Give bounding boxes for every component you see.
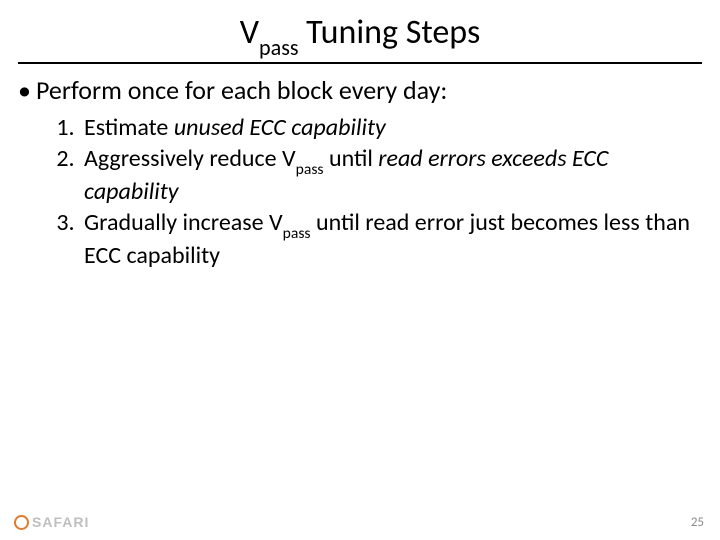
logo-text: SAFARI — [32, 514, 89, 530]
step-v: V — [282, 144, 296, 173]
step-v: V — [269, 208, 283, 237]
title-rest: Tuning Steps — [298, 12, 480, 53]
slide-title: Vpass Tuning Steps — [0, 0, 720, 56]
logo-ring-icon — [14, 515, 29, 530]
step-post: until — [324, 144, 379, 173]
page-number: 25 — [691, 515, 704, 530]
title-sub: pass — [259, 34, 298, 61]
step-vsub: pass — [283, 224, 311, 243]
bullet-icon: • — [18, 74, 36, 107]
footer-logo: SAFARI — [14, 514, 89, 530]
slide-body: •Perform once for each block every day: … — [0, 64, 720, 270]
step-em: unused ECC capability — [174, 113, 386, 142]
step-vsub: pass — [296, 160, 324, 179]
lead-line: •Perform once for each block every day: — [18, 74, 702, 107]
steps-list: Estimate unused ECC capability Aggressiv… — [18, 113, 702, 270]
step-pre: Estimate — [84, 113, 174, 142]
list-item: Aggressively reduce Vpass until read err… — [80, 144, 692, 206]
lead-text: Perform once for each block every day: — [36, 74, 447, 106]
title-v: V — [240, 12, 259, 53]
slide: Vpass Tuning Steps •Perform once for eac… — [0, 0, 720, 540]
step-pre: Aggressively reduce — [84, 144, 282, 173]
list-item: Gradually increase Vpass until read erro… — [80, 208, 692, 270]
list-item: Estimate unused ECC capability — [80, 113, 692, 142]
step-pre: Gradually increase — [84, 208, 269, 237]
